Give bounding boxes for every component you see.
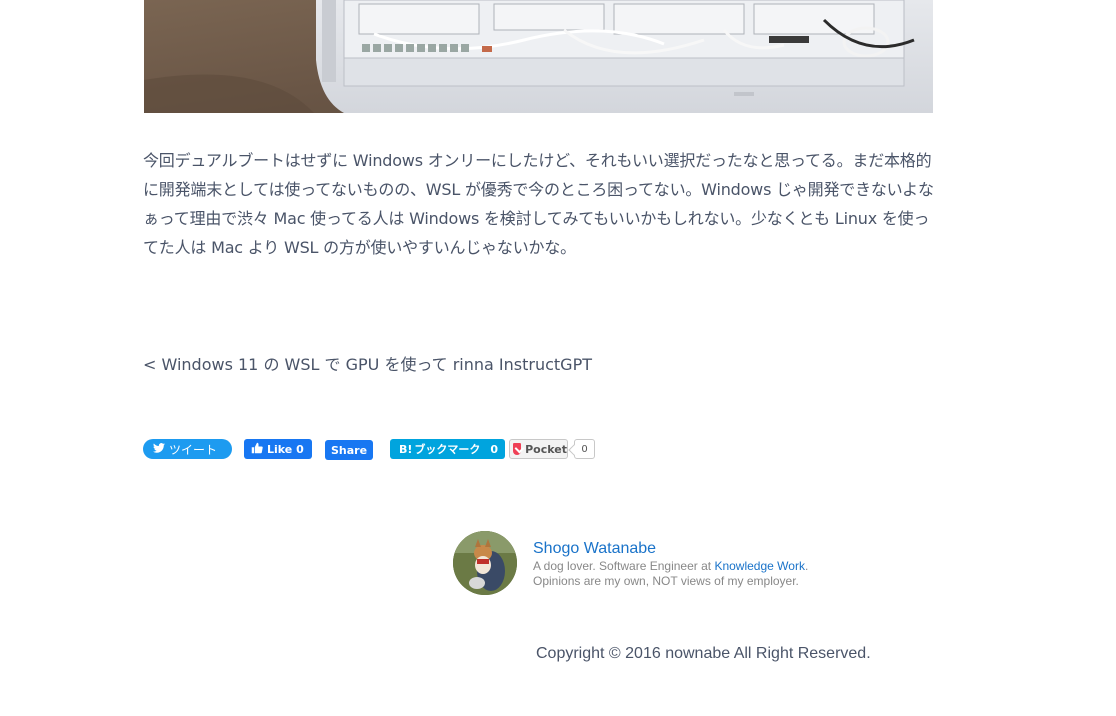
- hatena-b-icon: B!: [399, 442, 413, 456]
- facebook-share-label: Share: [330, 443, 368, 457]
- employer-link[interactable]: Knowledge Work: [714, 559, 805, 573]
- tweet-label: ツイート: [169, 442, 218, 457]
- previous-post-link[interactable]: < Windows 11 の WSL で GPU を使って rinna Inst…: [143, 351, 592, 375]
- facebook-share-button[interactable]: Share: [325, 440, 373, 460]
- hatena-bookmark-button[interactable]: B! ブックマーク 0: [390, 439, 505, 459]
- author-bio-prefix: A dog lover. Software Engineer at: [533, 559, 715, 573]
- hatena-count: 0: [490, 442, 499, 456]
- thumbs-up-icon: [251, 442, 263, 457]
- author-avatar: [453, 531, 517, 595]
- author-name-link[interactable]: Shogo Watanabe: [533, 540, 656, 558]
- hatena-label: ブックマーク: [414, 443, 481, 456]
- facebook-like-button[interactable]: Like 0: [244, 439, 312, 459]
- article-photo: [144, 0, 933, 113]
- article-paragraph: 今回デュアルブートはせずに Windows オンリーにしたけど、それもいい選択だ…: [143, 151, 934, 257]
- author-bio-disclaimer: Opinions are my own, NOT views of my emp…: [533, 574, 799, 588]
- pocket-label: Pocket: [525, 442, 567, 456]
- tweet-button[interactable]: ツイート: [143, 439, 232, 459]
- pocket-icon: [513, 443, 522, 455]
- author-card: Shogo Watanabe A dog lover. Software Eng…: [453, 531, 873, 595]
- copyright-text: Copyright © 2016 nownabe All Right Reser…: [536, 645, 871, 662]
- twitter-bird-icon: [153, 442, 165, 456]
- author-bio: A dog lover. Software Engineer at Knowle…: [533, 559, 808, 589]
- pocket-count: 0: [574, 439, 595, 459]
- author-bio-suffix: .: [804, 559, 809, 573]
- facebook-like-label: Like 0: [267, 442, 304, 456]
- blog-page: 今回デュアルブートはせずに Windows オンリーにしたけど、それもいい選択だ…: [0, 0, 1116, 716]
- pocket-button[interactable]: Pocket: [509, 439, 568, 459]
